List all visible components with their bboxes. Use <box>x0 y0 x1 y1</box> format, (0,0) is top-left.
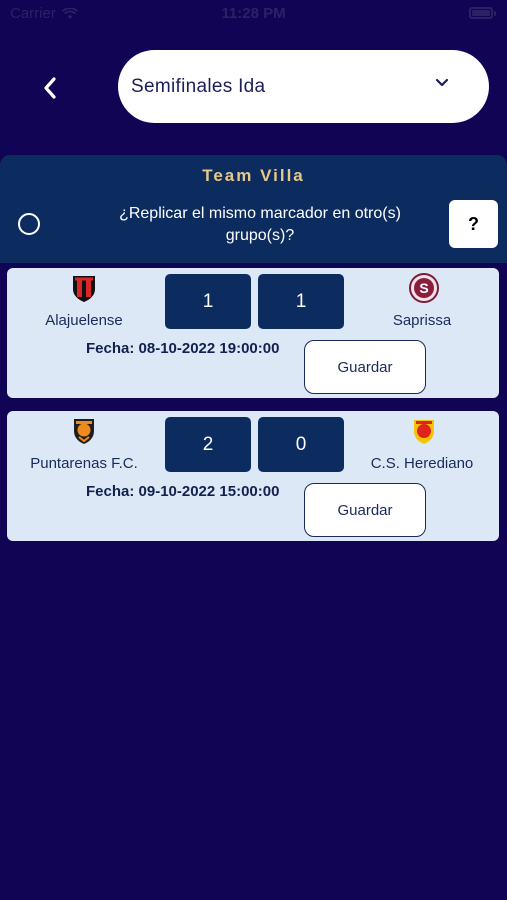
status-time: 11:28 PM <box>221 5 286 22</box>
match-date: Fecha: 09-10-2022 15:00:00 <box>86 483 280 500</box>
replicate-question-line1: ¿Replicar el mismo marcador en otro(s) <box>119 205 401 222</box>
team-title: Team Villa <box>202 166 305 185</box>
puntarenas-crest-icon <box>74 419 94 444</box>
phase-dropdown[interactable]: Semifinales Ida <box>118 50 489 123</box>
status-bar: Carrier 11:28 PM <box>0 0 507 28</box>
replicate-question-line2: grupo(s)? <box>225 227 295 244</box>
replicate-question: ¿Replicar el mismo marcador en otro(s) g… <box>95 203 425 247</box>
svg-text:S: S <box>419 280 428 296</box>
battery-icon <box>469 7 496 19</box>
match-card: Alajuelense 1 1 S Saprissa Fecha: 08-10-… <box>7 268 499 398</box>
match-card: Puntarenas F.C. 2 0 C.S. Herediano Fecha… <box>7 411 499 541</box>
replicate-radio[interactable] <box>18 213 40 235</box>
herediano-crest-icon <box>414 420 434 444</box>
away-team-name: C.S. Herediano <box>370 455 474 472</box>
home-team-name: Puntarenas F.C. <box>30 455 138 472</box>
phase-dropdown-value: Semifinales Ida <box>131 75 266 97</box>
save-button[interactable]: Guardar <box>304 340 426 394</box>
away-score-input[interactable]: 0 <box>258 417 344 472</box>
match-date: Fecha: 08-10-2022 19:00:00 <box>86 340 280 357</box>
back-button[interactable] <box>32 70 68 106</box>
save-button[interactable]: Guardar <box>304 483 426 537</box>
team-panel: Team Villa ¿Replicar el mismo marcador e… <box>0 155 507 263</box>
home-score-input[interactable]: 1 <box>165 274 251 329</box>
away-score-input[interactable]: 1 <box>258 274 344 329</box>
away-team-name: Saprissa <box>392 312 452 329</box>
alajuelense-crest-icon <box>73 276 95 302</box>
chevron-left-icon <box>44 77 56 99</box>
home-team-name: Alajuelense <box>45 312 123 329</box>
chevron-down-icon <box>435 78 449 87</box>
help-button[interactable]: ? <box>449 200 498 248</box>
saprissa-crest-icon: S <box>409 273 439 303</box>
home-score-input[interactable]: 2 <box>165 417 251 472</box>
